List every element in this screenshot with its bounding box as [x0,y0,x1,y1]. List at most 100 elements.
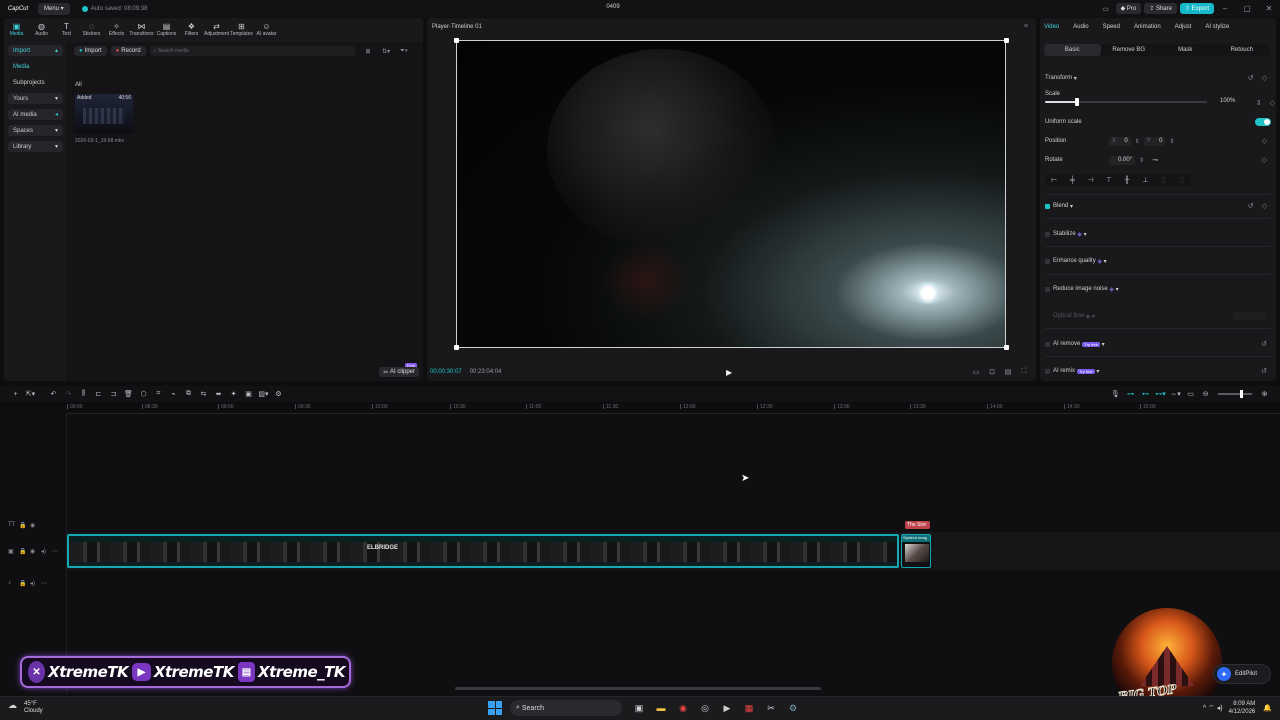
ai-remix-checkbox[interactable] [1045,368,1050,374]
side-item-yours[interactable]: Yours ▾ [8,93,63,104]
media-app-icon[interactable]: ▶ [716,700,738,716]
reset-icon[interactable]: ↺ [1248,74,1254,82]
align-top-icon[interactable]: ⊤ [1100,174,1118,186]
mute-icon[interactable]: ◂) [41,548,52,555]
magic-icon[interactable]: ✦ [226,389,241,399]
import-button[interactable]: ● Import [74,46,107,56]
inspector-tab-ai-stylize[interactable]: AI stylize [1205,24,1229,30]
side-item-media[interactable]: Media [8,61,63,72]
steam-icon[interactable]: ⚙ [782,700,804,716]
stabilize-section[interactable]: Stabilize ◈ ▾ [1045,229,1267,239]
split-icon[interactable]: ⫼ [76,389,91,399]
align-bottom-icon[interactable]: ⊥ [1136,174,1154,186]
media-thumbnail[interactable]: Added 40:56 [75,94,133,134]
player-menu-icon[interactable]: ≡ [1024,23,1028,30]
tab-text[interactable]: T Text [54,18,79,40]
chrome-icon[interactable]: ◉ [672,700,694,716]
ai-remix-section[interactable]: AI remix Try free ▾ ↺ [1045,366,1267,376]
marker-icon[interactable]: ⬡ [136,389,151,399]
project-title[interactable]: 0409 [600,4,626,10]
scale-slider-knob[interactable] [1075,98,1080,106]
windows-start-icon[interactable] [488,701,502,715]
stream-app-icon[interactable]: ▦ [738,700,760,716]
zoom-slider[interactable] [1218,390,1252,398]
video-preview[interactable] [456,40,1006,348]
tab-audio[interactable]: ◍ Audio [29,18,54,40]
zoom-in-icon[interactable]: ⊕ [1257,389,1272,399]
enhance-quality-checkbox[interactable] [1045,258,1050,264]
notification-icon[interactable]: 🔔 [1263,704,1272,712]
inspector-tab-audio[interactable]: Audio [1073,24,1088,30]
ai-clipper-button[interactable]: ✂ AI clipper [379,367,419,377]
reduce-noise-checkbox[interactable] [1045,286,1050,292]
layout-icon[interactable]: ▭ [1099,3,1113,15]
mirror-icon[interactable]: ⬌ [211,389,226,399]
split-right-icon[interactable]: ⊐ [106,389,121,399]
main-video-clip[interactable]: ELBRIDGE [67,534,899,568]
resize-handle[interactable] [454,345,459,350]
sort-icon[interactable]: ⇅▾ [377,46,395,56]
sub-tab-mask[interactable]: Mask [1157,44,1214,56]
eye-icon[interactable]: ◉ [30,522,41,529]
keyframe-icon[interactable]: ◇ [1262,137,1267,145]
stepper-icon[interactable]: ⇕ [1256,99,1262,107]
microphone-icon[interactable]: 🎙 [1108,389,1123,399]
record-button[interactable]: ● Record [110,46,146,56]
reduce-noise-section[interactable]: Reduce image noise ◈ ▾ [1045,284,1267,294]
volume-icon[interactable]: ◂) [1217,704,1223,712]
zoom-out-icon[interactable]: ⊖ [1198,389,1213,399]
export-button[interactable]: ⇧ Export [1179,3,1214,14]
text-clip[interactable]: The Stor [905,521,930,529]
taskbar-search[interactable]: ⌕ Search [510,700,622,716]
fullscreen-icon[interactable]: ⛶ [1016,367,1032,376]
aspect-ratio-icon[interactable]: ▭ [968,367,984,376]
rotate-knob-icon[interactable]: ⊸ [1152,156,1158,164]
pro-button[interactable]: ◆ Pro [1115,3,1142,14]
keyframe-icon[interactable]: ◇ [1262,156,1267,164]
side-item-ai-media[interactable]: AI media ◂ [8,109,63,120]
magnet-icon[interactable]: ⊷ [1138,389,1153,399]
undo-icon[interactable]: ↶ [46,389,61,399]
weather-widget[interactable]: ☁ 45°F Cloudy [8,701,43,715]
tab-adjustment[interactable]: ⇄ Adjustment [204,18,229,40]
more-icon[interactable]: ⋯ [52,548,63,555]
tracks-area[interactable]: The Stor ELBRIDGE Stylized imag [67,414,1280,694]
inspector-tab-adjust[interactable]: Adjust [1175,24,1192,30]
side-item-spaces[interactable]: Spaces ▾ [8,125,63,136]
align-center-icon[interactable]: ╪ [1063,174,1081,186]
mute-icon[interactable]: ◂) [30,580,41,587]
sub-tab-basic[interactable]: Basic [1044,44,1101,56]
preview-axis-icon[interactable]: ⇔▾ [1168,389,1183,399]
maximize-icon[interactable]: ▢ [1236,0,1258,17]
add-track-icon[interactable]: + [8,389,23,399]
more-icon[interactable]: ⋯ [41,580,52,587]
tab-media[interactable]: ▣ Media [4,18,29,40]
resize-handle[interactable] [454,38,459,43]
play-icon[interactable]: ▶ [726,368,732,377]
snap-icon[interactable]: ⊷▾ [1153,389,1168,399]
stylized-image-clip[interactable]: Stylized imag [901,534,931,568]
sub-tab-remove-bg[interactable]: Remove BG [1101,44,1158,56]
stepper-icon[interactable]: ⇕ [1169,138,1174,145]
reverse-icon[interactable]: ⇆ [196,389,211,399]
timeline-scrollbar[interactable] [455,687,821,690]
keyframe-icon[interactable]: ◇ [1262,74,1267,82]
eye-icon[interactable]: ◉ [30,548,41,555]
tab-templates[interactable]: ⊞ Templates [229,18,254,40]
clock[interactable]: 8:09 AM 4/12/2026 [1229,700,1256,716]
blend-section[interactable]: Blend ▾ ↺ ◇ [1045,201,1267,211]
redo-icon[interactable]: ↷ [61,389,76,399]
side-item-import[interactable]: Import ▴ [8,45,63,56]
align-left-icon[interactable]: ⊢ [1045,174,1063,186]
screen-icon[interactable]: ▭ [1183,389,1198,399]
scale-value[interactable]: 100% [1220,98,1235,104]
filter-icon[interactable]: ⏷▾ [395,46,413,56]
side-item-subprojects[interactable]: Subprojects [8,77,63,88]
lock-icon[interactable]: 🔒 [19,522,30,529]
scale-stepper[interactable]: ⇕ ◇ [1245,98,1275,108]
crop-icon[interactable]: ⌗ [151,389,166,399]
zoom-knob[interactable] [1240,390,1243,398]
tab-ai-avatar[interactable]: ☺ AI avatar [254,18,279,40]
image-tool-icon[interactable]: ▨▾ [256,389,271,399]
share-button[interactable]: ⇪ Share [1144,3,1177,14]
